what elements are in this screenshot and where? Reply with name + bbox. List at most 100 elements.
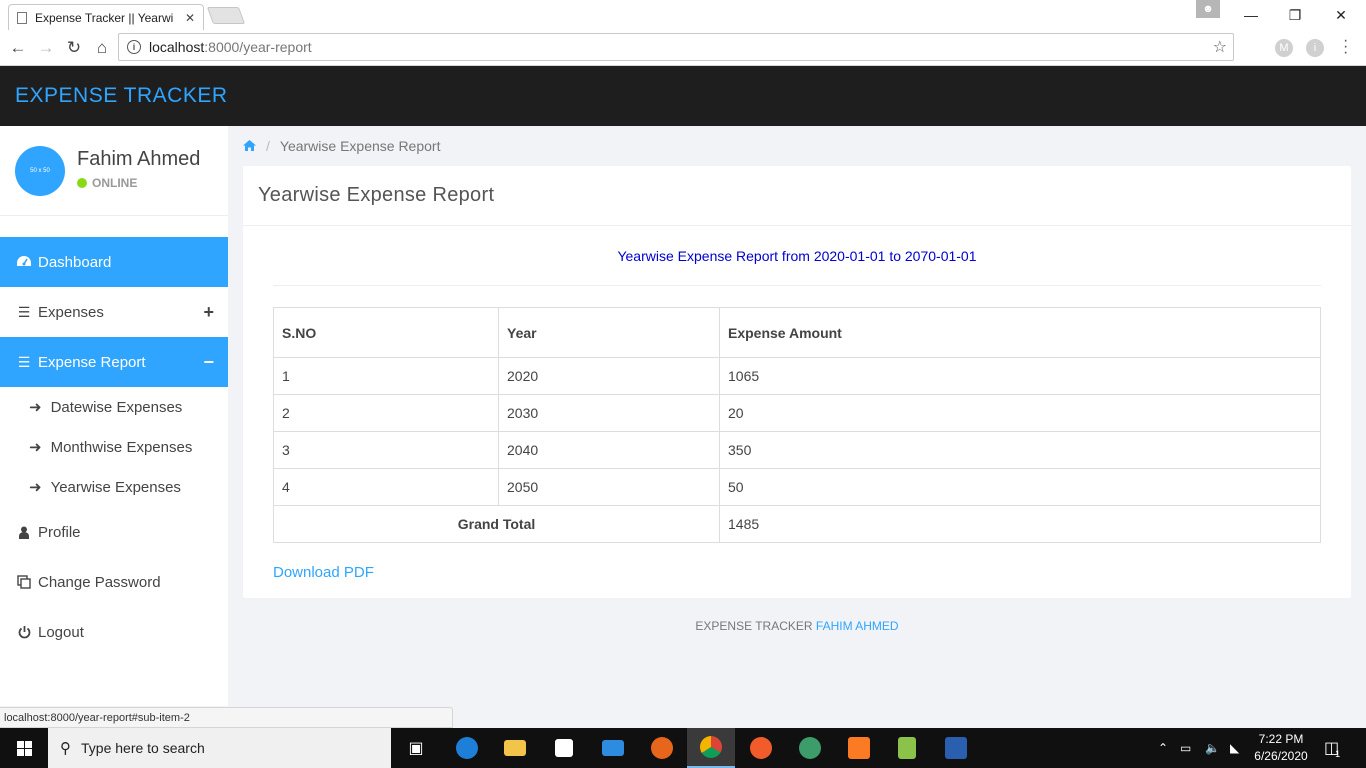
home-button-icon[interactable]: ⌂ [90, 36, 114, 60]
windows-logo-icon [16, 740, 32, 756]
sidebar-subitem-yearwise[interactable]: ➜ Yearwise Expenses [0, 467, 228, 507]
firefox-icon[interactable] [638, 728, 686, 768]
reload-icon[interactable]: ↻ [62, 36, 86, 60]
new-tab-button[interactable] [206, 7, 246, 24]
sidebar-item-profile[interactable]: Profile [0, 507, 228, 557]
search-icon: ⚲ [60, 740, 71, 757]
edge-icon[interactable] [443, 728, 491, 768]
status-text: ONLINE [92, 176, 138, 190]
sidebar-item-change-password[interactable]: Change Password [0, 557, 228, 607]
bars-icon: ☰ [17, 303, 31, 320]
download-pdf-link[interactable]: Download PDF [273, 564, 374, 581]
back-icon[interactable]: ← [6, 36, 30, 60]
maximize-button[interactable]: ❐ [1272, 0, 1318, 30]
browser-status-url: localhost:8000/year-report#sub-item-2 [0, 707, 453, 728]
sidebar-item-expenses[interactable]: ☰ Expenses + [0, 287, 228, 337]
network-icon[interactable]: ▭ [1180, 728, 1191, 768]
table-row: 2 2030 20 [273, 394, 1321, 432]
column-header: Year [498, 307, 720, 358]
table-cell: 2030 [498, 394, 720, 432]
notepad-icon[interactable] [883, 728, 931, 768]
extension-m-icon[interactable]: M [1275, 39, 1293, 57]
sidebar-item-dashboard[interactable]: Dashboard [0, 237, 228, 287]
browser-profile-icon[interactable]: ☻ [1196, 0, 1220, 18]
sidebar-item-logout[interactable]: Logout [0, 607, 228, 657]
page-title: Yearwise Expense Report [243, 166, 1351, 226]
store-icon[interactable] [540, 728, 588, 768]
power-icon [15, 625, 33, 639]
browser-tab[interactable]: Expense Tracker || Yearwi ✕ [8, 4, 204, 30]
browser-tabstrip: Expense Tracker || Yearwi ✕ ☻ — ❐ ✕ [0, 0, 1366, 30]
table-header-row: S.NO Year Expense Amount [273, 307, 1321, 358]
collapse-minus-icon[interactable]: − [203, 352, 214, 373]
sidebar-subitem-label: Datewise Expenses [50, 398, 183, 416]
grand-total-label: Grand Total [273, 505, 720, 543]
start-button[interactable] [0, 728, 48, 768]
expand-plus-icon[interactable]: + [203, 302, 214, 323]
atom-icon[interactable] [786, 728, 834, 768]
address-bar[interactable]: i localhost:8000/year-report ☆ [118, 33, 1234, 61]
table-cell: 2050 [498, 468, 720, 506]
home-icon[interactable] [243, 139, 256, 154]
table-cell: 350 [719, 431, 1321, 469]
notification-count: 1 [1335, 749, 1341, 759]
minimize-button[interactable]: — [1228, 0, 1274, 30]
user-name: Fahim Ahmed [77, 148, 201, 170]
site-info-icon[interactable]: i [127, 40, 141, 54]
show-hidden-icons[interactable]: ⌃ [1158, 728, 1168, 768]
total-row: Grand Total 1485 [273, 505, 1321, 543]
user-icon [15, 526, 33, 539]
sidebar-subitem-monthwise[interactable]: ➜ Monthwise Expenses [0, 427, 228, 467]
system-clock[interactable]: 7:22 PM 6/26/2020 [1246, 731, 1316, 765]
firefox-dev-icon[interactable] [737, 728, 785, 768]
sidebar-item-expense-report[interactable]: ☰ Expense Report − [0, 337, 228, 387]
expense-table: S.NO Year Expense Amount 1 2020 1065 2 2… [273, 307, 1321, 543]
column-header: Expense Amount [719, 307, 1321, 358]
clone-icon [15, 575, 33, 589]
tab-title: Expense Tracker || Yearwi [35, 10, 174, 25]
sidebar-subitem-datewise[interactable]: ➜ Datewise Expenses [0, 387, 228, 427]
sidebar-item-label: Expense Report [38, 353, 146, 371]
breadcrumb: / Yearwise Expense Report [243, 137, 440, 155]
table-cell: 1065 [719, 357, 1321, 395]
notification-center-icon[interactable]: ◫ 1 [1324, 728, 1340, 768]
sidebar: 50 x 50 Fahim Ahmed ONLINE Dashboard ☰ E… [0, 126, 228, 706]
report-panel: Yearwise Expense Report Yearwise Expense… [243, 166, 1351, 598]
mail-icon[interactable] [589, 728, 637, 768]
footer-author-link[interactable]: FAHIM AHMED [816, 619, 899, 633]
report-title: Yearwise Expense Report from 2020-01-01 … [617, 248, 977, 264]
task-view-icon[interactable]: ▣ [392, 728, 440, 768]
grand-total-value: 1485 [719, 505, 1321, 543]
arrow-right-icon: ➜ [29, 479, 42, 496]
close-window-button[interactable]: ✕ [1318, 0, 1364, 30]
table-cell: 2020 [498, 357, 720, 395]
table-cell: 20 [719, 394, 1321, 432]
volume-icon[interactable]: 🔈 [1205, 728, 1220, 768]
footer-text: EXPENSE TRACKER [695, 619, 813, 633]
status-badge: ONLINE [77, 176, 137, 190]
powershell-icon[interactable] [932, 728, 980, 768]
bars-icon: ☰ [17, 353, 31, 370]
file-explorer-icon[interactable] [491, 728, 539, 768]
taskbar-search[interactable]: ⚲ Type here to search [48, 728, 391, 768]
chrome-icon[interactable] [687, 728, 735, 768]
forward-icon[interactable]: → [34, 36, 58, 60]
tab-close-icon[interactable]: ✕ [185, 11, 195, 25]
extension-info-icon[interactable]: i [1306, 39, 1324, 57]
table-row: 3 2040 350 [273, 431, 1321, 469]
sidebar-menu: Dashboard ☰ Expenses + ☰ Expense Report … [0, 237, 228, 657]
browser-menu-icon[interactable]: · · · [1343, 33, 1348, 61]
sidebar-subitem-label: Monthwise Expenses [50, 438, 193, 456]
bookmark-star-icon[interactable]: ☆ [1213, 37, 1227, 57]
breadcrumb-separator: / [266, 138, 270, 154]
clock-date: 6/26/2020 [1254, 749, 1308, 763]
brand-title[interactable]: EXPENSE TRACKER [15, 84, 228, 108]
wifi-icon[interactable]: ◣ [1230, 728, 1239, 768]
table-row: 1 2020 1065 [273, 357, 1321, 395]
online-dot-icon [77, 178, 87, 188]
sidebar-item-label: Expenses [38, 303, 104, 321]
table-cell: 2040 [498, 431, 720, 469]
xampp-icon[interactable] [835, 728, 883, 768]
sidebar-item-label: Change Password [38, 573, 161, 591]
browser-toolbar: ← → ↻ ⌂ i localhost:8000/year-report ☆ M… [0, 30, 1366, 66]
